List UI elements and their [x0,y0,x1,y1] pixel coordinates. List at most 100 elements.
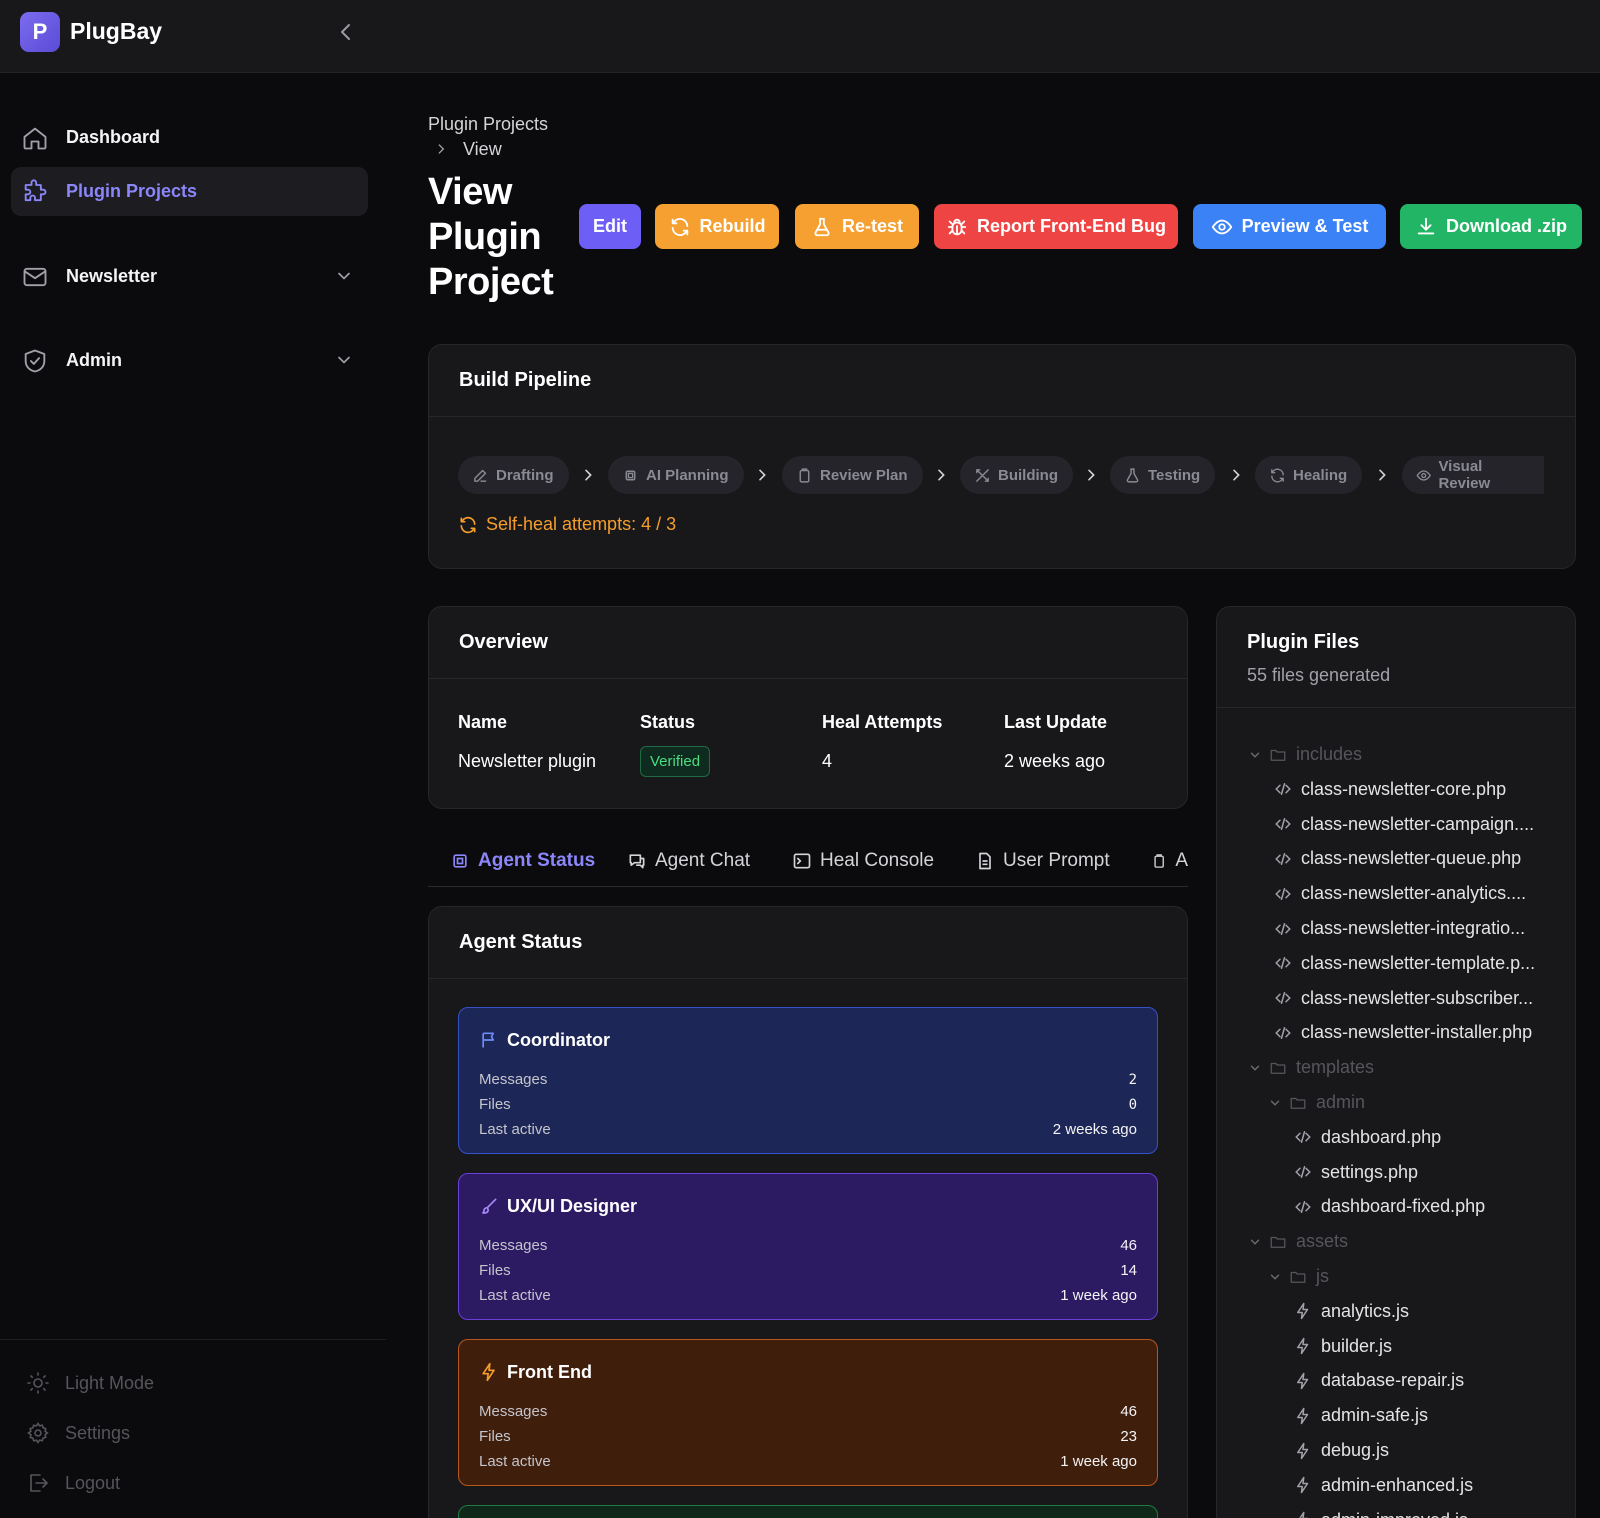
card-divider [429,678,1187,679]
folder-item[interactable]: includes [1248,744,1362,765]
logout-link[interactable]: Logout [26,1471,120,1495]
settings-link[interactable]: Settings [26,1421,130,1445]
clipboard-icon [799,467,810,483]
chevron-right-icon [585,469,592,481]
sidebar-item-admin[interactable]: Admin [11,336,368,385]
stage-label: Drafting [496,466,554,484]
code-file-icon [1275,783,1291,796]
app-name[interactable]: PlugBay [70,18,162,45]
file-item[interactable]: settings.php [1294,1162,1418,1183]
file-item[interactable]: class-newsletter-integratio... [1274,918,1525,939]
last-active-value: 2 weeks ago [1052,1121,1137,1138]
agent-name: Front End [507,1362,592,1382]
file-item[interactable]: class-newsletter-core.php [1274,779,1506,800]
stage-testing[interactable]: Testing [1110,456,1216,494]
collapse-sidebar-button[interactable] [334,20,358,44]
edit-button[interactable]: Edit [579,204,641,249]
sidebar-item-dashboard[interactable]: Dashboard [11,113,368,162]
stage-label: Review Plan [820,466,908,484]
breadcrumb-parent[interactable]: Plugin Projects [428,114,548,135]
agent-card-ux-ui-designer[interactable]: UX/UI Designer Messages 46 Files 14 Last… [458,1173,1158,1320]
pencil-icon [474,469,487,482]
file-item[interactable]: class-newsletter-campaign.... [1274,814,1534,835]
folder-icon [1290,1271,1306,1283]
tab-truncated[interactable]: A [1151,850,1188,872]
flag-icon [482,1032,494,1048]
flask-icon [1126,467,1139,483]
file-item[interactable]: class-newsletter-subscriber... [1274,988,1533,1009]
light-mode-toggle[interactable]: Light Mode [26,1371,154,1395]
file-item[interactable]: dashboard-fixed.php [1294,1196,1485,1217]
agent-card-next[interactable] [458,1505,1158,1518]
tab-user-prompt[interactable]: User Prompt [975,850,1110,872]
file-item[interactable]: dashboard.php [1294,1127,1441,1148]
folder-item[interactable]: js [1268,1266,1329,1287]
preview-test-button[interactable]: Preview & Test [1193,204,1386,249]
preview-test-button-label: Preview & Test [1241,216,1369,236]
self-heal-text: Self-heal attempts: 4 / 3 [486,514,677,534]
chevron-down-icon [1250,752,1260,758]
bolt-icon [1297,1407,1309,1424]
stage-healing[interactable]: Healing [1255,456,1363,494]
overview-header-status: Status [640,712,696,732]
overview-header-name: Name [458,712,508,732]
file-item[interactable]: class-newsletter-installer.php [1274,1022,1532,1043]
stage-visual-review[interactable]: Visual Review [1402,456,1544,494]
file-item[interactable]: analytics.js [1294,1301,1409,1322]
build-pipeline-title: Build Pipeline [459,369,592,391]
tab-agent-status[interactable]: Agent Status [450,850,595,872]
refresh-icon [1271,468,1284,482]
gear-icon [27,1422,49,1444]
file-item[interactable]: class-newsletter-analytics.... [1274,883,1526,904]
last-active-label: Last active [479,1287,551,1304]
file-item[interactable]: debug.js [1294,1440,1389,1461]
card-divider [1217,707,1575,708]
rebuild-button[interactable]: Rebuild [655,204,779,249]
app-logo[interactable]: P [20,12,60,52]
agent-name: Coordinator [507,1030,610,1050]
download-zip-button[interactable]: Download .zip [1400,204,1582,249]
file-item[interactable]: admin-enhanced.js [1294,1475,1473,1496]
file-item[interactable]: builder.js [1294,1336,1392,1357]
folder-item[interactable]: admin [1268,1092,1365,1113]
last-active-value: 1 week ago [1060,1287,1137,1304]
stage-ai-planning[interactable]: AI Planning [608,456,744,494]
folder-icon [1270,749,1286,761]
download-icon [1417,217,1435,234]
report-bug-button[interactable]: Report Front-End Bug [934,204,1178,249]
file-item[interactable]: database-repair.js [1294,1370,1464,1391]
tab-heal-console[interactable]: Heal Console [792,850,934,872]
file-item[interactable]: class-newsletter-template.p... [1274,953,1535,974]
file-name: admin-safe.js [1321,1405,1429,1426]
file-item[interactable]: admin-safe.js [1294,1405,1428,1426]
agent-card-coordinator[interactable]: Coordinator Messages 2 Files 0 Last acti… [458,1007,1158,1154]
stage-building[interactable]: Building [960,456,1073,494]
sidebar-item-label: Plugin Projects [66,181,198,201]
tab-label: Agent Chat [655,850,751,871]
file-name: class-newsletter-queue.php [1301,848,1522,869]
flask-icon [814,217,830,236]
status-badge: Verified [640,746,711,777]
eye-icon [1416,469,1431,481]
file-name: class-newsletter-installer.php [1301,1022,1533,1043]
file-name: builder.js [1321,1335,1393,1356]
chevron-down-icon [1250,1239,1260,1245]
file-item[interactable]: admin-improved.js [1294,1510,1468,1518]
retest-button[interactable]: Re-test [795,204,919,249]
document-icon [979,852,991,870]
tab-agent-chat[interactable]: Agent Chat [627,850,750,872]
stage-drafting[interactable]: Drafting [458,456,569,494]
folder-item[interactable]: templates [1248,1057,1374,1078]
files-label: Files [479,1428,511,1445]
stage-review-plan[interactable]: Review Plan [782,456,923,494]
sidebar-item-newsletter[interactable]: Newsletter [11,252,368,301]
folder-item[interactable]: assets [1248,1231,1348,1252]
agent-card-front-end[interactable]: Front End Messages 46 Files 23 Last acti… [458,1339,1158,1486]
logout-icon [30,1474,48,1492]
agent-name: UX/UI Designer [507,1196,638,1216]
file-name: analytics.js [1321,1300,1410,1321]
terminal-icon [793,853,811,869]
sidebar-item-plugin-projects[interactable]: Plugin Projects [11,167,368,216]
file-item[interactable]: class-newsletter-queue.php [1274,848,1521,869]
plugin-files-title: Plugin Files [1247,631,1360,653]
